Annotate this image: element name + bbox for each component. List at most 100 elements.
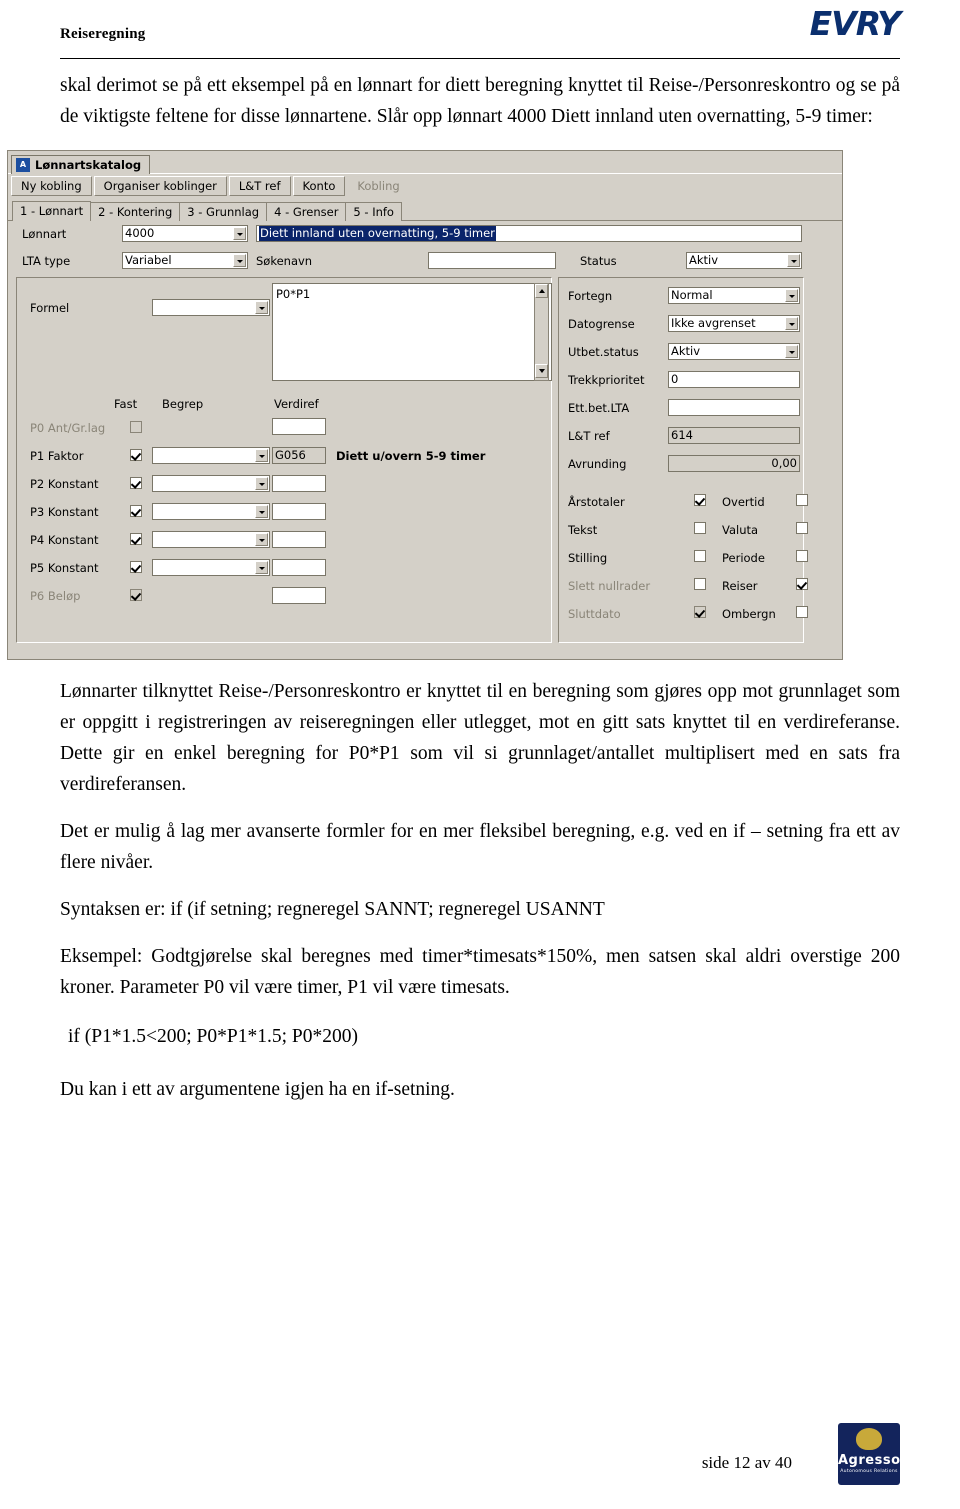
checkbox-slett-nullrader [694,578,706,590]
page-number: side 12 av 40 [701,1453,792,1472]
chevron-down-icon[interactable] [233,227,246,240]
label-valuta: Valuta [722,523,759,537]
chevron-down-icon[interactable] [785,317,798,330]
label-avrunding: Avrunding [568,457,627,471]
checkbox-tekst[interactable] [694,522,706,534]
input-formel-combo[interactable] [152,299,270,316]
input-status[interactable]: Aktiv [686,252,802,269]
checkbox-reiser[interactable] [796,578,808,590]
tab-4-grenser[interactable]: 4 - Grenser [266,202,347,221]
input-formula-textarea[interactable]: P0*P1 [272,283,552,381]
paragraph-eksempel: Eksempel: Godtgjørelse skal beregnes med… [60,946,900,998]
label-datogrense: Datogrense [568,317,635,331]
input-p1-begrep[interactable] [152,447,270,464]
label-arstotaler: Årstotaler [568,495,625,509]
label-ombergn: Ombergn [722,607,776,621]
checkbox-p4-fast[interactable] [130,533,142,545]
label-p2: P2 Konstant [30,477,99,491]
label-status: Status [580,254,617,268]
header-divider [60,58,900,59]
label-p1-verdiref-desc: Diett u/overn 5-9 timer [336,449,486,463]
chevron-down-icon[interactable] [255,449,268,462]
input-avrunding[interactable]: 0,00 [668,455,800,472]
header-title: Reiseregning [60,26,146,42]
chevron-down-icon[interactable] [785,289,798,302]
input-utbet-status-value: Aktiv [671,344,701,358]
toolbar-button-konto[interactable]: Konto [292,176,346,196]
input-fortegn[interactable]: Normal [668,287,800,304]
input-p5-verdiref[interactable] [272,559,326,576]
label-slett-nullrader: Slett nullrader [568,579,651,593]
scroll-up-icon[interactable] [535,284,548,298]
input-p4-begrep[interactable] [152,531,270,548]
input-p5-begrep[interactable] [152,559,270,576]
toolbar-button-ny-kobling[interactable]: Ny kobling [11,176,92,196]
input-datogrense[interactable]: Ikke avgrenset [668,315,800,332]
tab-1-lonnart[interactable]: 1 - Lønnart [12,201,92,221]
document-footer: side 12 av 40 Agresso Autonomous Relatio… [60,1423,901,1491]
input-utbet-status[interactable]: Aktiv [668,343,800,360]
label-trekkprioritet: Trekkprioritet [568,373,645,387]
label-begrep: Begrep [162,397,204,411]
input-p3-begrep[interactable] [152,503,270,520]
chevron-down-icon[interactable] [787,254,800,267]
checkbox-p2-fast[interactable] [130,477,142,489]
input-lta-type[interactable]: Variabel [122,252,248,269]
checkbox-p3-fast[interactable] [130,505,142,517]
tab-2-kontering[interactable]: 2 - Kontering [90,202,181,221]
toolbar-button-kobling: Kobling [347,176,410,196]
toolbar-button-lt-ref[interactable]: L&T ref [228,176,291,196]
input-p0-verdiref[interactable] [272,418,326,435]
window-title-tab: A Lønnartskatalog [11,154,151,174]
input-trekkprioritet[interactable]: 0 [668,371,800,388]
label-p4: P4 Konstant [30,533,99,547]
checkbox-stilling[interactable] [694,550,706,562]
checkbox-overtid[interactable] [796,494,808,506]
application-screenshot: A Lønnartskatalog Ny kobling Organiser k… [7,150,843,660]
label-p6: P6 Beløp [30,589,81,603]
input-lt-ref[interactable]: 614 [668,427,800,444]
chevron-down-icon[interactable] [255,533,268,546]
chevron-down-icon[interactable] [255,505,268,518]
window-title-label: Lønnartskatalog [35,157,142,172]
checkbox-periode[interactable] [796,550,808,562]
input-p1-verdiref[interactable]: G056 [272,447,326,464]
input-ett-bet-lta[interactable] [668,399,800,416]
checkbox-p1-fast[interactable] [130,449,142,461]
chevron-down-icon[interactable] [233,254,246,267]
input-p2-verdiref[interactable] [272,475,326,492]
input-p4-verdiref[interactable] [272,531,326,548]
toolbar-button-organiser-koblinger[interactable]: Organiser koblinger [93,176,227,196]
input-p6-verdiref[interactable] [272,587,326,604]
label-periode: Periode [722,551,765,565]
evry-logo-text: EVRY [809,4,901,43]
input-lonnart-description[interactable]: Diett innland uten overnatting, 5-9 time… [256,225,802,242]
checkbox-ombergn[interactable] [796,606,808,618]
agresso-logo-sub: Autonomous Relations [840,1469,898,1474]
formula-scrollbar[interactable] [534,283,549,381]
agresso-logo-name: Agresso [838,1453,901,1468]
tab-3-grunnlag[interactable]: 3 - Grunnlag [179,202,268,221]
checkbox-p0-fast [130,421,142,433]
label-fast: Fast [114,397,138,411]
label-tekst: Tekst [568,523,598,537]
scrollbar-track[interactable] [535,298,548,364]
chevron-down-icon[interactable] [255,561,268,574]
chevron-down-icon[interactable] [785,345,798,358]
checkbox-arstotaler[interactable] [694,494,706,506]
scroll-down-icon[interactable] [535,364,548,378]
checkbox-p5-fast[interactable] [130,561,142,573]
input-p2-begrep[interactable] [152,475,270,492]
agresso-crest-icon [856,1428,882,1450]
tab-5-info[interactable]: 5 - Info [345,202,402,221]
input-p3-verdiref[interactable] [272,503,326,520]
chevron-down-icon[interactable] [255,301,268,314]
checkbox-valuta[interactable] [796,522,808,534]
input-sokenavn[interactable] [428,252,556,269]
evry-logo: EVRY [780,4,901,50]
label-sokenavn: Søkenavn [256,254,313,268]
input-lonnart-number[interactable]: 4000 [122,225,248,242]
paragraph-syntaks: Syntaksen er: if (if setning; regneregel… [60,899,605,920]
chevron-down-icon[interactable] [255,477,268,490]
document-page: Reiseregning EVRY skal derimot se på ett… [0,0,960,1509]
